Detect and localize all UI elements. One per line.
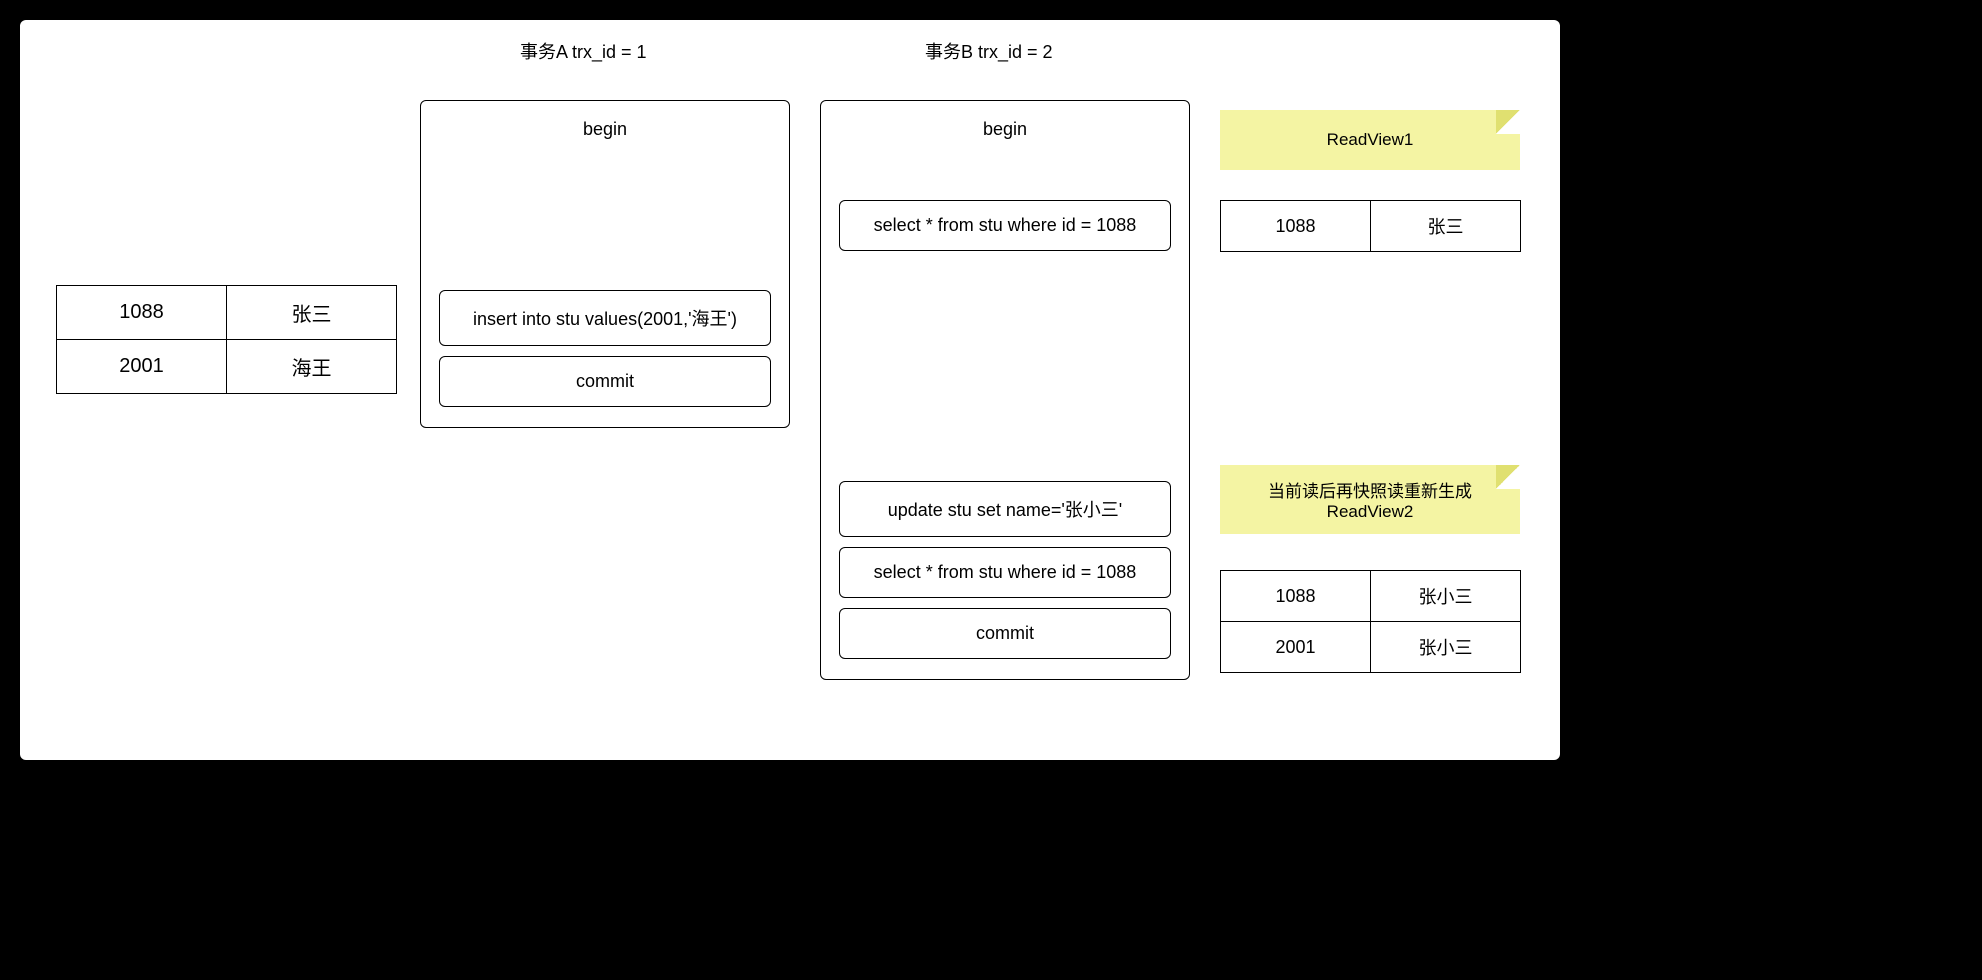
table-row: 1088 张三 bbox=[1221, 201, 1521, 252]
header-tx-a: 事务A trx_id = 1 bbox=[520, 38, 647, 64]
cell-name: 张三 bbox=[227, 286, 397, 340]
table-row: 1088 张小三 bbox=[1221, 571, 1521, 622]
stmt-commit-a: commit bbox=[439, 356, 771, 407]
header-tx-b: 事务B trx_id = 2 bbox=[925, 38, 1053, 64]
note-readview2: 当前读后再快照读重新生成 ReadView2 bbox=[1220, 465, 1520, 534]
cell-name: 张小三 bbox=[1371, 571, 1521, 622]
cell-name: 张小三 bbox=[1371, 622, 1521, 673]
diagram-canvas: 事务A trx_id = 1 事务B trx_id = 2 1088 张三 20… bbox=[20, 20, 1560, 760]
cell-id: 1088 bbox=[1221, 201, 1371, 252]
note-readview1: ReadView1 bbox=[1220, 110, 1520, 170]
cell-id: 2001 bbox=[1221, 622, 1371, 673]
cell-id: 1088 bbox=[1221, 571, 1371, 622]
cell-id: 2001 bbox=[57, 340, 227, 394]
transaction-b-box: begin select * from stu where id = 1088 … bbox=[820, 100, 1190, 680]
table-row: 2001 张小三 bbox=[1221, 622, 1521, 673]
begin-label-a: begin bbox=[431, 119, 779, 140]
readview1-table: 1088 张三 bbox=[1220, 200, 1521, 252]
stmt-insert: insert into stu values(2001,'海王') bbox=[439, 290, 771, 346]
cell-id: 1088 bbox=[57, 286, 227, 340]
stmt-select1: select * from stu where id = 1088 bbox=[839, 200, 1171, 251]
table-row: 1088 张三 bbox=[57, 286, 397, 340]
stmt-select2: select * from stu where id = 1088 bbox=[839, 547, 1171, 598]
note-text: ReadView1 bbox=[1327, 130, 1414, 149]
readview2-table: 1088 张小三 2001 张小三 bbox=[1220, 570, 1521, 673]
cell-name: 海王 bbox=[227, 340, 397, 394]
cell-name: 张三 bbox=[1371, 201, 1521, 252]
table-row: 2001 海王 bbox=[57, 340, 397, 394]
begin-label-b: begin bbox=[831, 119, 1179, 140]
note-line2: ReadView2 bbox=[1232, 502, 1508, 522]
note-line1: 当前读后再快照读重新生成 bbox=[1232, 477, 1508, 502]
transaction-a-box: begin insert into stu values(2001,'海王') … bbox=[420, 100, 790, 428]
stmt-update: update stu set name='张小三' bbox=[839, 481, 1171, 537]
left-state-table: 1088 张三 2001 海王 bbox=[56, 285, 397, 394]
stmt-commit-b: commit bbox=[839, 608, 1171, 659]
